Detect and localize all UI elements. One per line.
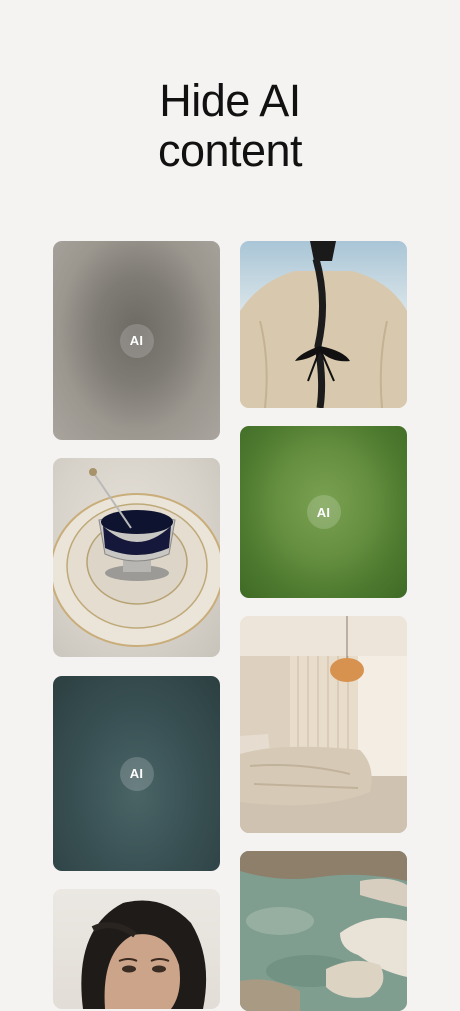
ai-badge: AI (306, 495, 341, 529)
photo-tile-coat[interactable] (240, 241, 407, 408)
title-line-2: content (157, 125, 303, 176)
page-title: Hide AI content (0, 76, 460, 176)
ai-hidden-tile[interactable]: AI (53, 241, 220, 440)
ai-badge: AI (119, 323, 154, 358)
photo-tile-bedroom[interactable] (240, 616, 407, 833)
ai-badge: AI (119, 756, 154, 791)
portrait-image (81, 900, 207, 1009)
title-line-1: Hide AI (159, 75, 301, 126)
photo-tile-cup[interactable] (53, 458, 220, 657)
rocks-water-image (240, 851, 407, 1011)
photo-tile-portrait[interactable] (53, 889, 220, 1009)
coat-braid-image (240, 241, 407, 408)
cup-plates-image (53, 468, 220, 647)
ai-hidden-tile[interactable]: AI (240, 426, 407, 598)
photo-tile-rocks[interactable] (240, 851, 407, 1011)
ai-hidden-tile[interactable]: AI (53, 676, 220, 871)
bedroom-image (240, 616, 407, 833)
